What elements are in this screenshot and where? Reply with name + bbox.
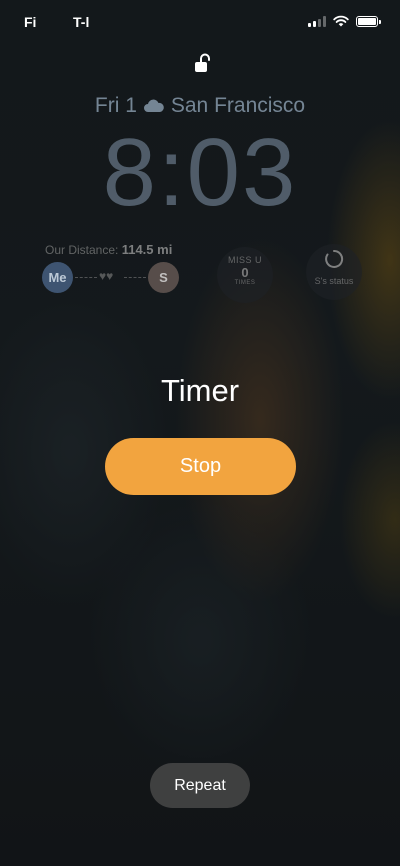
lockscreen-widgets: Our Distance: 114.5 mi Me ♥♥ S MISS U 0 … (0, 240, 400, 303)
alert-title: Timer (160, 373, 240, 408)
cloud-icon (143, 99, 164, 112)
me-avatar[interactable]: Me (42, 262, 73, 293)
miss-u-unit: TIMES (234, 280, 256, 286)
miss-u-title: MISS U (227, 255, 262, 265)
battery-icon (356, 15, 381, 27)
loading-ring-icon (325, 249, 344, 268)
miss-u-count: 0 (241, 265, 249, 280)
lockscreen-clock: 8:03 (102, 119, 298, 226)
distance-line-right (124, 277, 146, 278)
distance-line-left (75, 277, 97, 278)
status-left-text: Fi (24, 14, 37, 30)
date-text: Fri 1 (94, 94, 137, 117)
partner-avatar[interactable]: S (148, 262, 179, 293)
status-icons (308, 15, 381, 27)
distance-value: 114.5 mi (121, 242, 173, 257)
unlocked-padlock-icon (195, 53, 210, 72)
partner-status-widget[interactable]: S's status (306, 244, 362, 300)
repeat-button[interactable]: Repeat (150, 763, 250, 808)
partner-status-label: S's status (314, 276, 354, 286)
hearts-icon: ♥♥ (99, 269, 114, 283)
signal-icon (308, 15, 326, 27)
miss-u-widget[interactable]: MISS U 0 TIMES (217, 247, 273, 303)
wifi-icon (333, 15, 349, 27)
stop-button[interactable]: Stop (105, 438, 296, 495)
distance-widget-label[interactable]: Our Distance: 114.5 mi (45, 242, 172, 257)
distance-label: Our Distance: (45, 243, 119, 257)
carrier-text: T-l (73, 14, 90, 30)
date-weather-row: Fri 1 San Francisco (0, 94, 400, 118)
city-text: San Francisco (170, 94, 306, 117)
status-bar: Fi T-l (0, 14, 400, 32)
